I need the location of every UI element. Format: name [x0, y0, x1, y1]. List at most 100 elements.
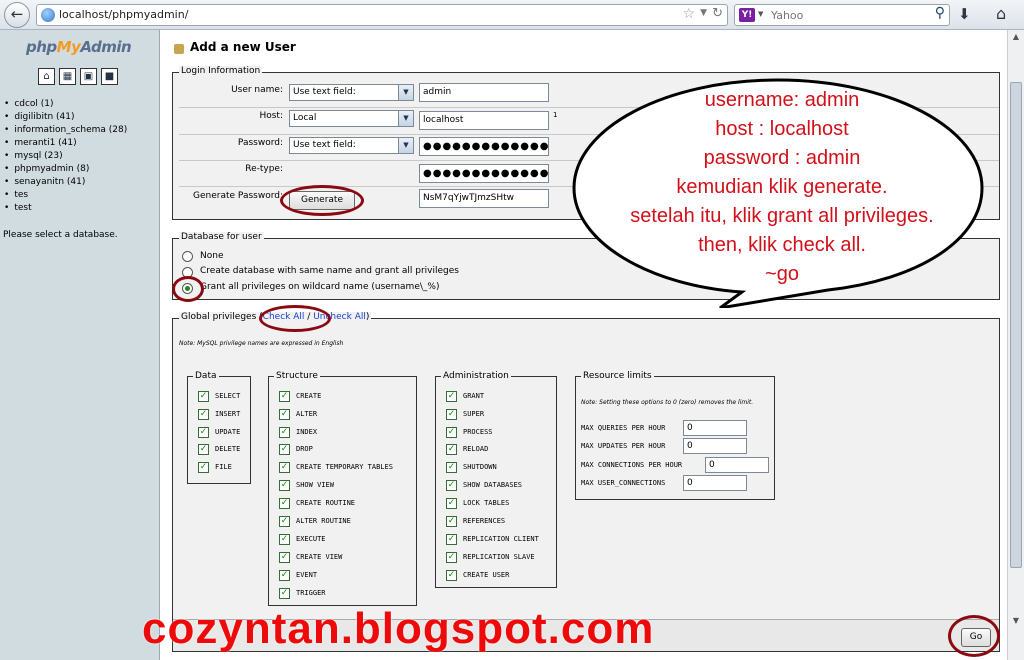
- checkbox-super[interactable]: ✓: [446, 409, 457, 420]
- checkbox-create-routine[interactable]: ✓: [279, 498, 290, 509]
- password-input[interactable]: ●●●●●●●●●●●●●●●●: [419, 137, 549, 156]
- username-mode-select[interactable]: Use text field: ▼: [289, 84, 414, 101]
- checkbox-trigger[interactable]: ✓: [279, 588, 290, 599]
- annotation-line: kemudian klik generate.: [676, 176, 888, 198]
- label-process: PROCESS: [463, 428, 493, 436]
- vertical-scrollbar[interactable]: ▲ ▼: [1007, 30, 1024, 660]
- retype-label: Re-type:: [245, 164, 283, 174]
- host-input[interactable]: localhost: [419, 111, 549, 130]
- checkbox-create-temporary-tables[interactable]: ✓: [279, 462, 290, 473]
- checkbox-replication-slave[interactable]: ✓: [446, 552, 457, 563]
- annotation-line: ~go: [765, 263, 799, 285]
- label-shutdown: SHUTDOWN: [463, 463, 497, 471]
- back-arrow-icon: ←: [10, 5, 24, 23]
- checkbox-drop[interactable]: ✓: [279, 444, 290, 455]
- checkbox-show-view[interactable]: ✓: [279, 480, 290, 491]
- max-connections-input[interactable]: 0: [705, 457, 769, 473]
- checkbox-index[interactable]: ✓: [279, 427, 290, 438]
- database-item[interactable]: tes: [4, 189, 127, 202]
- globe-icon: [41, 8, 55, 22]
- label-alter: ALTER: [296, 410, 318, 418]
- nav-icon-row: ⌂ ▦ ▣ ■: [38, 68, 118, 85]
- checkbox-grant[interactable]: ✓: [446, 391, 457, 402]
- label-execute: EXECUTE: [296, 535, 326, 543]
- reload-icon[interactable]: ↻: [712, 6, 723, 21]
- checkbox-execute[interactable]: ✓: [279, 534, 290, 545]
- home-icon[interactable]: ⌂: [38, 68, 55, 85]
- yahoo-logo-icon[interactable]: Y!: [739, 8, 755, 22]
- checkbox-show-databases[interactable]: ✓: [446, 480, 457, 491]
- label-show-databases: SHOW DATABASES: [463, 481, 523, 489]
- checkbox-select[interactable]: ✓: [198, 391, 209, 402]
- phpmyadmin-logo[interactable]: phpMyAdmin: [26, 38, 132, 56]
- checkbox-update[interactable]: ✓: [198, 427, 209, 438]
- download-icon[interactable]: ⬇: [958, 5, 971, 23]
- checkbox-create-user[interactable]: ✓: [446, 570, 457, 581]
- sql-query-icon[interactable]: ▦: [59, 68, 76, 85]
- left-navigation: phpMyAdmin ⌂ ▦ ▣ ■ cdcol (1) digilibitn …: [0, 30, 160, 660]
- label-index: INDEX: [296, 428, 318, 436]
- username-label: User name:: [231, 85, 283, 95]
- checkbox-event[interactable]: ✓: [279, 570, 290, 581]
- checkbox-process[interactable]: ✓: [446, 427, 457, 438]
- search-bar[interactable]: Y! ▼ Yahoo ⚲: [734, 4, 950, 26]
- label-lock-tables: LOCK TABLES: [463, 499, 510, 507]
- blog-watermark: cozyntan.blogspot.com: [142, 604, 655, 653]
- checkbox-insert[interactable]: ✓: [198, 409, 209, 420]
- checkbox-alter[interactable]: ✓: [279, 409, 290, 420]
- database-item[interactable]: senayanitn (41): [4, 176, 127, 189]
- checkbox-file[interactable]: ✓: [198, 462, 209, 473]
- label-reload: RELOAD: [463, 445, 489, 453]
- checkbox-lock-tables[interactable]: ✓: [446, 498, 457, 509]
- database-item[interactable]: digilibitn (41): [4, 111, 127, 124]
- checkbox-create-view[interactable]: ✓: [279, 552, 290, 563]
- username-input[interactable]: admin: [419, 83, 549, 102]
- max-updates-input[interactable]: 0: [683, 438, 747, 454]
- label-references: REFERENCES: [463, 517, 506, 525]
- max-queries-label: MAX QUERIES PER HOUR: [581, 424, 666, 432]
- checkbox-create[interactable]: ✓: [279, 391, 290, 402]
- checkbox-shutdown[interactable]: ✓: [446, 462, 457, 473]
- address-bar[interactable]: localhost/phpmyadmin/ ☆ ▼ ↻: [36, 4, 728, 26]
- url-text: localhost/phpmyadmin/: [59, 8, 189, 21]
- database-item[interactable]: information_schema (28): [4, 124, 127, 137]
- generated-password-input[interactable]: NsM7qYjwTJmzSHtw: [419, 189, 549, 208]
- search-engine-dropdown-icon[interactable]: ▼: [758, 10, 763, 18]
- password-mode-select[interactable]: Use text field: ▼: [289, 137, 414, 154]
- checkbox-delete[interactable]: ✓: [198, 444, 209, 455]
- database-item[interactable]: mysql (23): [4, 150, 127, 163]
- privilege-note: Note: MySQL privilege names are expresse…: [179, 340, 344, 347]
- scroll-down-icon[interactable]: ▼: [1010, 616, 1022, 628]
- host-mode-select[interactable]: Local ▼: [289, 110, 414, 127]
- highlight-go-ring: [948, 615, 1000, 657]
- max-connections-label: MAX CONNECTIONS PER HOUR: [581, 461, 683, 469]
- checkbox-alter-routine[interactable]: ✓: [279, 516, 290, 527]
- history-dropdown-icon[interactable]: ▼: [700, 8, 707, 18]
- scroll-up-icon[interactable]: ▲: [1010, 32, 1022, 44]
- docs-icon[interactable]: ▣: [80, 68, 97, 85]
- search-placeholder: Yahoo: [771, 9, 804, 22]
- bookmark-star-icon[interactable]: ☆: [682, 6, 695, 22]
- back-button[interactable]: ←: [4, 2, 30, 28]
- max-user-connections-input[interactable]: 0: [683, 475, 747, 491]
- home-icon[interactable]: ⌂: [996, 4, 1006, 23]
- radio-none[interactable]: [182, 251, 193, 262]
- label-create: CREATE: [296, 392, 322, 400]
- retype-password-input[interactable]: ●●●●●●●●●●●●●●●●: [419, 164, 549, 183]
- checkbox-references[interactable]: ✓: [446, 516, 457, 527]
- database-item[interactable]: meranti1 (41): [4, 137, 127, 150]
- checkbox-reload[interactable]: ✓: [446, 444, 457, 455]
- help-icon[interactable]: ■: [101, 68, 118, 85]
- max-queries-input[interactable]: 0: [683, 420, 747, 436]
- label-create-view: CREATE VIEW: [296, 553, 343, 561]
- database-item[interactable]: test: [4, 202, 127, 215]
- checkbox-replication-client[interactable]: ✓: [446, 534, 457, 545]
- search-icon[interactable]: ⚲: [935, 5, 945, 21]
- resource-limits-legend: Resource limits: [581, 371, 654, 381]
- database-item[interactable]: phpmyadmin (8): [4, 163, 127, 176]
- administration-privileges-group: Administration ✓ GRANT ✓ SUPER ✓ PROCESS…: [435, 371, 557, 588]
- chevron-down-icon: ▼: [398, 111, 413, 126]
- scroll-thumb[interactable]: [1010, 82, 1022, 568]
- database-item[interactable]: cdcol (1): [4, 98, 127, 111]
- database-list: cdcol (1) digilibitn (41) information_sc…: [4, 98, 127, 215]
